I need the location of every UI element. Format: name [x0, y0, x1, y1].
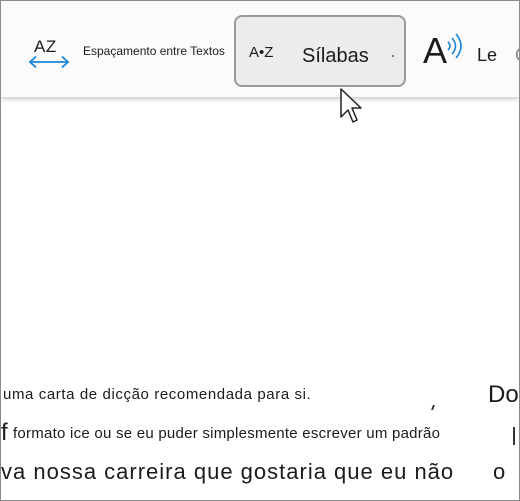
syllables-icon: A•Z — [249, 44, 274, 61]
document-left-fragment: f — [1, 419, 8, 446]
syllables-button[interactable]: A•Z Sílabas — [234, 15, 406, 87]
divider-dot — [392, 55, 394, 57]
text-spacing-button[interactable]: AZ Espaçamento entre Textos — [27, 31, 247, 79]
mouse-pointer-icon — [340, 88, 362, 123]
text-spacing-icon: AZ — [27, 31, 73, 73]
document-right-fragment-1: Do — [488, 381, 519, 408]
clipped-next-tool[interactable]: C — [515, 45, 519, 66]
text-caret — [513, 427, 515, 445]
text-spacing-label: Espaçamento entre Textos — [83, 44, 225, 58]
document-line-2: formato ice ou se eu puder simplesmente … — [13, 425, 441, 442]
reader-window: AZ Espaçamento entre Textos A•Z Sílabas … — [0, 0, 520, 501]
document-line-1: uma carta de dicção recomendada para si. — [3, 386, 312, 403]
text-spacing-icon-letters: AZ — [34, 37, 57, 56]
toolbar: AZ Espaçamento entre Textos A•Z Sílabas … — [1, 1, 519, 97]
document-right-fragment-2: o — [493, 459, 506, 484]
read-aloud-label: Le — [477, 45, 498, 65]
syllables-label: Sílabas — [302, 45, 369, 67]
read-aloud-icon: A — [423, 30, 448, 71]
sound-waves-icon — [447, 33, 462, 59]
document-line-3: va nossa carreira que gostaria que eu nã… — [1, 459, 455, 484]
double-arrow-icon — [28, 55, 70, 69]
text-mark — [431, 405, 435, 410]
read-aloud-button[interactable]: A Le C — [421, 30, 519, 73]
